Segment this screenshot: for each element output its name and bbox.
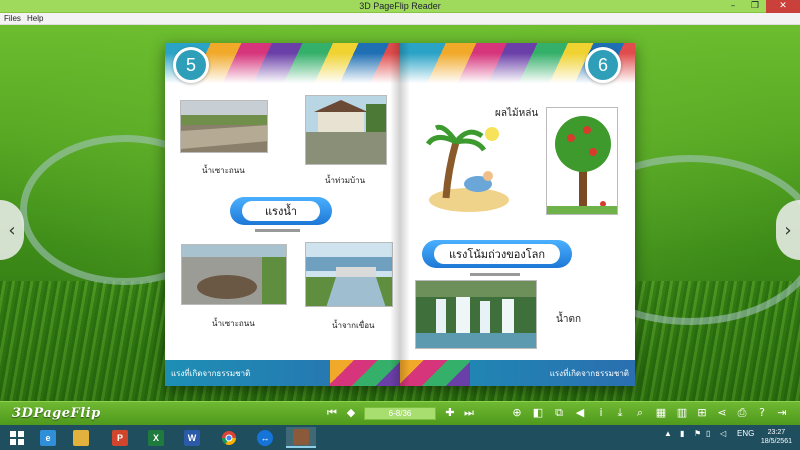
- thumbnails-icon[interactable]: ▦: [654, 406, 668, 420]
- internet-explorer-icon[interactable]: e: [33, 427, 63, 448]
- file-explorer-icon[interactable]: [66, 427, 96, 448]
- bookmark-icon[interactable]: ▥: [675, 406, 689, 420]
- menu-bar: Files Help: [0, 13, 800, 25]
- windows-logo-icon: [10, 430, 24, 445]
- network-icon[interactable]: ▯: [706, 429, 710, 438]
- windows-taskbar: e P X W ↔ ▲ ▮ ⚑ ▯ ◁ ENG 23:27 18/5/2561: [0, 425, 800, 450]
- fruit-tree-illustration: [546, 107, 618, 215]
- info-icon[interactable]: i: [594, 406, 608, 420]
- signal-icon: ▮: [680, 429, 685, 438]
- menu-files[interactable]: Files: [4, 14, 21, 23]
- caption: น้ำท่วมบ้าน: [325, 176, 366, 185]
- excel-icon[interactable]: X: [141, 427, 171, 448]
- dam-photo: [305, 242, 393, 307]
- book-spine: [390, 43, 410, 386]
- pageflip-reader-taskbar-icon[interactable]: [286, 427, 316, 448]
- waterfall-photo: [415, 280, 537, 349]
- road-collapse-photo: [181, 244, 287, 305]
- single-page-icon[interactable]: ◧: [531, 406, 545, 420]
- start-button[interactable]: [2, 427, 32, 448]
- menu-help[interactable]: Help: [27, 14, 43, 23]
- banner-underline: [255, 229, 300, 232]
- topic-banner: แรงโน้มถ่วงของโลก: [422, 240, 572, 268]
- right-page[interactable]: 6 ผลไม้หล่น แรงโน้มถ่วงของโลก น้ำตก แรงท…: [400, 43, 635, 386]
- help-icon[interactable]: ?: [755, 406, 769, 420]
- word-icon[interactable]: W: [177, 427, 207, 448]
- zoom-in-icon[interactable]: ⊕: [510, 406, 524, 420]
- caption: ผลไม้หล่น: [495, 108, 539, 119]
- maximize-button[interactable]: ❐: [744, 0, 766, 13]
- powerpoint-icon[interactable]: P: [105, 427, 135, 448]
- clock-time: 23:27: [767, 429, 786, 436]
- last-page-button[interactable]: ⏭: [462, 406, 476, 420]
- page-indicator[interactable]: 6-8/36: [364, 407, 436, 420]
- download-icon[interactable]: ⤓: [613, 406, 627, 420]
- window-controls: – ❐ ✕: [722, 0, 800, 13]
- first-page-button[interactable]: ⏮: [325, 406, 339, 420]
- caption: น้ำตก: [556, 314, 581, 325]
- brand-logo: 3DPageFlip: [12, 406, 101, 421]
- page-number: 6: [585, 47, 621, 83]
- clock-date: 18/5/2561: [760, 438, 792, 445]
- search-icon[interactable]: ⌕: [633, 406, 647, 420]
- flipbook: 5 น้ำเซาะถนน น้ำท่วมบ้าน แรงน้ำ น้ำเซาะถ…: [165, 43, 635, 386]
- close-button[interactable]: ✕: [766, 0, 800, 13]
- teamviewer-icon[interactable]: ↔: [250, 427, 280, 448]
- sound-icon[interactable]: ◀: [573, 406, 587, 420]
- previous-page-button[interactable]: ◆: [344, 406, 358, 420]
- caption: น้ำจากเขื่อน: [332, 321, 375, 330]
- flag-icon[interactable]: ⚑: [694, 429, 701, 438]
- page-footer-text: แรงที่เกิดจากธรรมชาติ: [171, 369, 251, 378]
- input-language[interactable]: ENG: [737, 429, 754, 438]
- volume-icon[interactable]: ◁: [720, 429, 726, 438]
- banner-underline: [470, 273, 520, 276]
- show-hidden-icons-icon[interactable]: ▲: [664, 429, 672, 438]
- caption: น้ำเซาะถนน: [202, 166, 245, 175]
- banner-label: แรงน้ำ: [242, 201, 320, 221]
- flooded-house-photo: [305, 95, 387, 165]
- chrome-icon[interactable]: [214, 427, 244, 448]
- topic-banner: แรงน้ำ: [230, 197, 332, 225]
- page-footer-text: แรงที่เกิดจากธรรมชาติ: [549, 369, 629, 378]
- print-icon[interactable]: ⎙: [735, 406, 749, 420]
- exit-icon[interactable]: ⇥: [775, 406, 789, 420]
- caption: น้ำเซาะถนน: [212, 319, 255, 328]
- fullscreen-icon[interactable]: ⧉: [552, 406, 566, 420]
- left-page[interactable]: 5 น้ำเซาะถนน น้ำท่วมบ้าน แรงน้ำ น้ำเซาะถ…: [165, 43, 400, 386]
- minimize-button[interactable]: –: [722, 0, 744, 13]
- banner-label: แรงโน้มถ่วงของโลก: [434, 244, 560, 264]
- road-erosion-photo: [180, 100, 268, 153]
- reader-toolbar: 3DPageFlip ⏮ ◆ 6-8/36 ✚ ⏭ ⊕ ◧ ⧉ ◀ i ⤓ ⌕ …: [0, 401, 800, 425]
- share-icon[interactable]: ⋖: [715, 406, 729, 420]
- window-title-bar: 3D PageFlip Reader – ❐ ✕: [0, 0, 800, 13]
- falling-fruit-illustration: [426, 124, 509, 212]
- next-page-button[interactable]: ✚: [443, 406, 457, 420]
- page-number: 5: [173, 47, 209, 83]
- grid-view-icon[interactable]: ⊞: [695, 406, 709, 420]
- window-title: 3D PageFlip Reader: [359, 1, 441, 11]
- system-clock[interactable]: 23:27 18/5/2561: [761, 428, 792, 446]
